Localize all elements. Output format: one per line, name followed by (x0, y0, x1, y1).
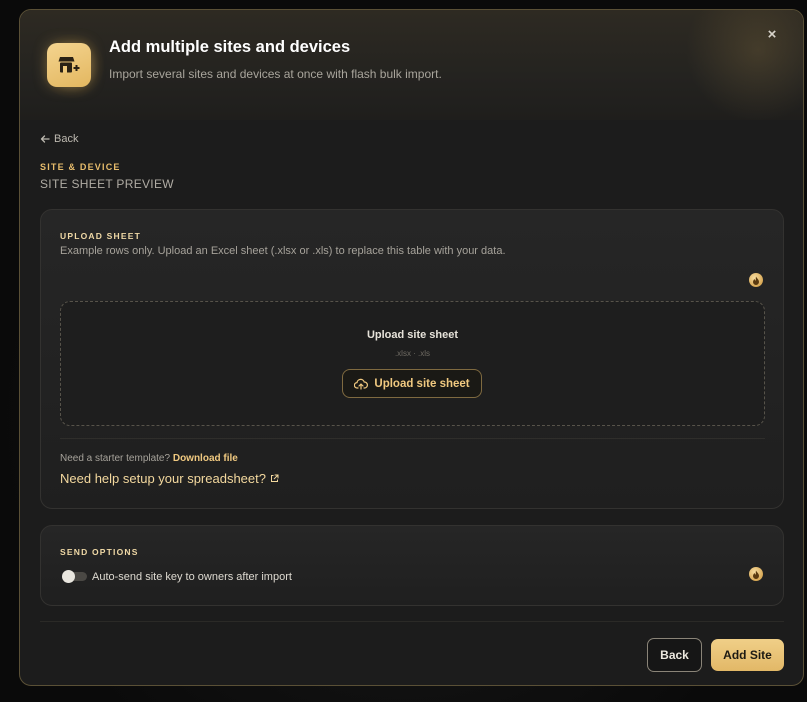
storefront-add-icon (47, 43, 91, 87)
section-title: SITE SHEET PREVIEW (40, 177, 174, 191)
flame-info-icon[interactable] (749, 273, 763, 287)
download-template-link[interactable]: Download file (173, 453, 238, 464)
upload-card-description: Example rows only. Upload an Excel sheet… (60, 245, 506, 257)
back-link-label: Back (54, 133, 79, 145)
add-site-button[interactable]: Add Site (711, 639, 784, 671)
cloud-upload-icon (354, 378, 369, 390)
upload-dropzone[interactable]: Upload site sheet .xlsx · .xls Upload si… (60, 301, 765, 426)
flame-info-icon[interactable] (749, 567, 763, 581)
dropzone-title: Upload site sheet (366, 329, 459, 341)
send-options-card: SEND OPTIONS Auto-send site key to owner… (40, 525, 784, 606)
dropzone-file-types: .xlsx · .xls (394, 349, 431, 358)
upload-sheet-card: UPLOAD SHEET Example rows only. Upload a… (40, 209, 784, 509)
footer-divider (40, 621, 784, 622)
modal-title: Add multiple sites and devices (109, 38, 351, 56)
section-kicker: SITE & DEVICE (40, 162, 121, 172)
upload-button-label: Upload site sheet (374, 377, 470, 390)
template-prompt-text: Need a starter template? (60, 453, 171, 464)
spreadsheet-help-link[interactable]: Need help setup your spreadsheet? (60, 471, 279, 486)
bulk-import-modal: Add multiple sites and devices Import se… (19, 9, 804, 686)
card-divider (60, 438, 765, 439)
arrow-left-icon (40, 135, 50, 143)
header-glow (683, 10, 803, 120)
modal-subtitle: Import several sites and devices at once… (109, 67, 442, 81)
back-link[interactable]: Back (40, 133, 78, 145)
close-icon: × (767, 26, 777, 43)
upload-site-sheet-button[interactable]: Upload site sheet (342, 369, 482, 398)
auto-send-toggle[interactable] (62, 570, 87, 583)
template-prompt: Need a starter template? Download file (60, 453, 238, 464)
toggle-knob (62, 570, 75, 583)
upload-card-kicker: UPLOAD SHEET (60, 231, 141, 241)
modal-header: Add multiple sites and devices Import se… (20, 10, 803, 120)
auto-send-toggle-label: Auto-send site key to owners after impor… (92, 571, 292, 583)
back-button[interactable]: Back (647, 638, 702, 672)
help-link-label: Need help setup your spreadsheet? (60, 471, 266, 486)
external-link-icon (270, 474, 279, 482)
send-card-kicker: SEND OPTIONS (60, 547, 139, 557)
close-button[interactable]: × (763, 26, 781, 44)
